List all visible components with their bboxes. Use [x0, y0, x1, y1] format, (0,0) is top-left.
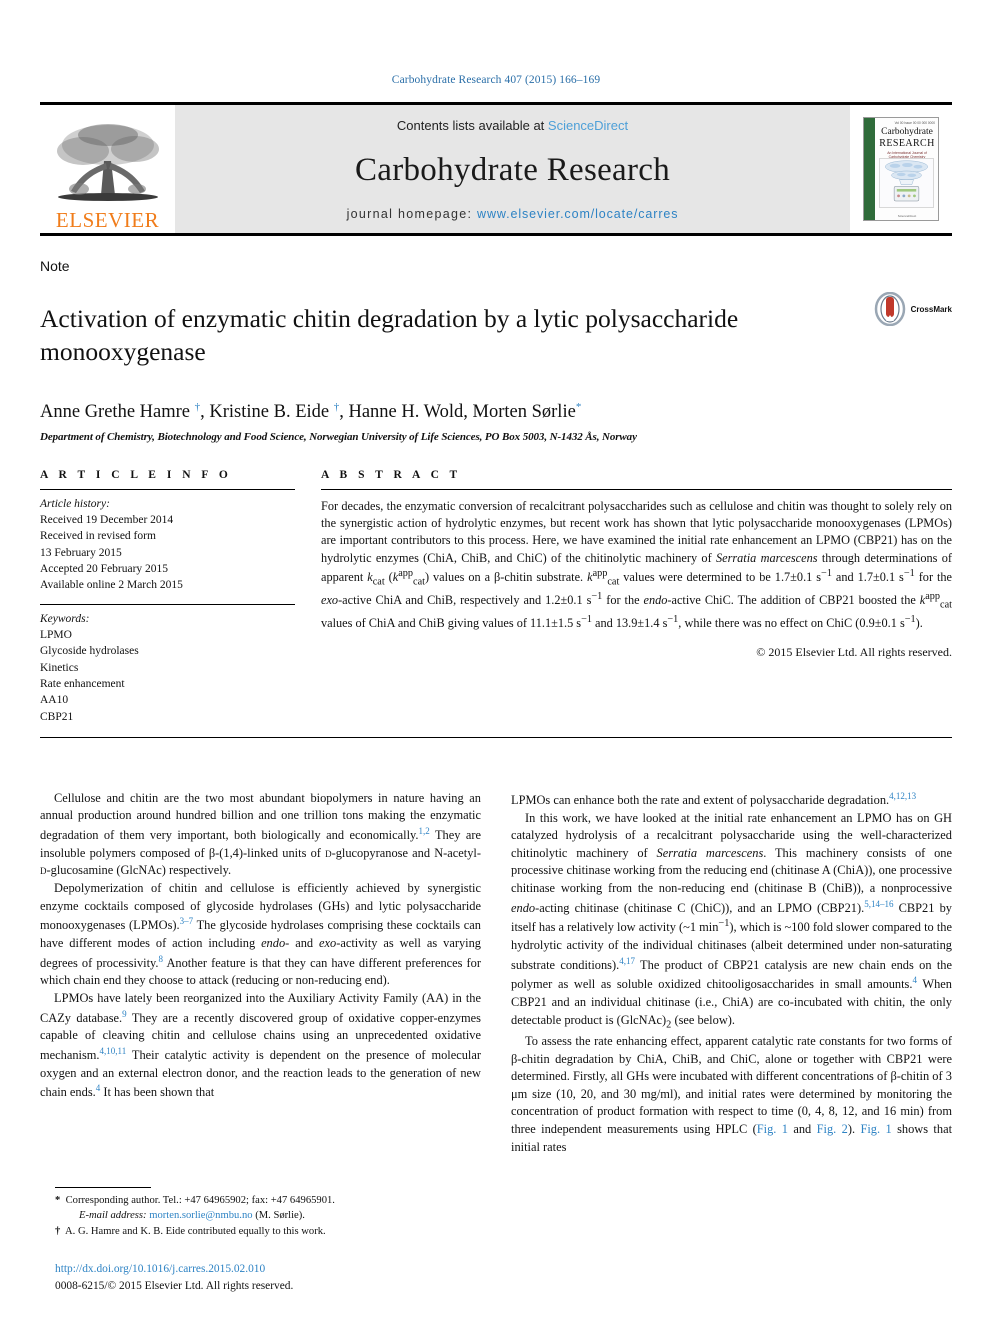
journal-masthead: ELSEVIER Contents lists available at Sci…: [40, 102, 952, 233]
footnote-block: * Corresponding author. Tel.: +47 649659…: [55, 1186, 475, 1239]
sciencedirect-link[interactable]: ScienceDirect: [548, 118, 628, 133]
keyword-item: Rate enhancement: [40, 677, 125, 690]
article-info-column: A R T I C L E I N F O Article history: R…: [40, 469, 295, 725]
masthead-bottom-rule: [40, 233, 952, 236]
body-paragraph: To assess the rate enhancing effect, app…: [511, 1033, 953, 1154]
body-column-left: Cellulose and chitin are the two most ab…: [40, 790, 481, 1156]
contents-lists-line: Contents lists available at ScienceDirec…: [397, 118, 628, 133]
equal-contribution-note: † A. G. Hamre and K. B. Eide contributed…: [55, 1225, 326, 1237]
cover-title-line2: RESEARCH: [879, 138, 935, 149]
homepage-prefix: journal homepage:: [346, 207, 478, 221]
cover-header-text: Vol 00 Issue 00 00 000 0000: [894, 121, 935, 125]
keywords-block: Keywords: LPMO Glycoside hydrolases Kine…: [40, 605, 295, 725]
keyword-item: Kinetics: [40, 661, 79, 674]
abstract-bottom-rule: [40, 736, 952, 738]
article-history: Article history: Received 19 December 20…: [40, 490, 295, 604]
crossmark-badge[interactable]: CrossMark: [873, 292, 952, 326]
title-row: Activation of enzymatic chitin degradati…: [40, 286, 952, 385]
article-history-label: Article history:: [40, 497, 110, 510]
body-columns: Cellulose and chitin are the two most ab…: [40, 790, 952, 1156]
doi-link[interactable]: http://dx.doi.org/10.1016/j.carres.2015.…: [55, 1261, 293, 1278]
elsevier-tree-icon: [56, 124, 159, 201]
issn-copyright-line: 0008-6215/© 2015 Elsevier Ltd. All right…: [55, 1279, 294, 1292]
keywords-label: Keywords:: [40, 612, 90, 625]
article-info-heading: A R T I C L E I N F O: [40, 468, 232, 481]
corresponding-author-note: * Corresponding author. Tel.: +47 649659…: [55, 1194, 335, 1206]
body-column-right: LPMOs can enhance both the rate and exte…: [511, 790, 952, 1156]
cover-diagram-icon: [885, 160, 928, 202]
masthead-center: Contents lists available at ScienceDirec…: [175, 105, 850, 233]
keyword-item: LPMO: [40, 628, 72, 641]
history-item: Available online 2 March 2015: [40, 579, 183, 592]
cover-image: Vol 00 Issue 00 00 000 0000 Carbohydrate…: [863, 117, 939, 221]
keyword-item: AA10: [40, 694, 69, 707]
abstract-column: A B S T R A C T For decades, the enzymat…: [321, 469, 952, 725]
crossmark-icon: [874, 292, 905, 326]
cover-stripe: [864, 118, 875, 220]
abstract-text: For decades, the enzymatic conversion of…: [321, 498, 953, 631]
footnote-rule: [55, 1186, 151, 1188]
author-list: Anne Grethe Hamre †, Kristine B. Eide †,…: [40, 401, 582, 423]
body-paragraph: Cellulose and chitin are the two most ab…: [40, 790, 481, 878]
corresponding-email-note: E-mail address: morten.sorlie@nmbu.no (M…: [79, 1210, 305, 1222]
page-title: Activation of enzymatic chitin degradati…: [40, 304, 739, 366]
affiliation: Department of Chemistry, Biotechnology a…: [40, 430, 637, 443]
article-info-abstract-box: A R T I C L E I N F O Article history: R…: [40, 469, 952, 725]
history-item: Received 19 December 2014: [40, 513, 174, 526]
contents-prefix: Contents lists available at: [396, 118, 548, 133]
body-paragraph: Depolymerization of chitin and cellulose…: [40, 881, 482, 988]
publisher-logo: ELSEVIER: [40, 105, 175, 233]
body-paragraph: In this work, we have looked at the init…: [511, 810, 953, 1031]
journal-cover-thumbnail: Vol 00 Issue 00 00 000 0000 Carbohydrate…: [850, 105, 952, 233]
body-paragraph: LPMOs can enhance both the rate and exte…: [511, 790, 917, 807]
body-paragraph: LPMOs have lately been reorganized into …: [40, 990, 481, 1100]
history-item: Received in revised form: [40, 530, 156, 543]
keyword-item: Glycoside hydrolases: [40, 645, 139, 658]
article-type-label: Note: [40, 258, 70, 274]
elsevier-wordmark: ELSEVIER: [55, 208, 160, 232]
document-footer: http://dx.doi.org/10.1016/j.carres.2015.…: [55, 1261, 293, 1295]
journal-homepage-line: journal homepage: www.elsevier.com/locat…: [347, 207, 679, 221]
running-head: Carbohydrate Research 407 (2015) 166–169: [391, 74, 601, 86]
cover-footer-text: ScienceDirect: [897, 214, 917, 218]
cover-artwork: [879, 158, 934, 208]
crossmark-label: CrossMark: [910, 304, 952, 314]
abstract-copyright: © 2015 Elsevier Ltd. All rights reserved…: [756, 644, 952, 659]
cover-title-line1: Carbohydrate: [881, 127, 933, 137]
journal-title: Carbohydrate Research: [354, 151, 671, 188]
journal-homepage-link[interactable]: www.elsevier.com/locate/carres: [477, 207, 678, 221]
history-item: Accepted 20 February 2015: [40, 562, 169, 575]
abstract-heading: A B S T R A C T: [321, 468, 462, 481]
keyword-item: CBP21: [40, 710, 74, 723]
paper-page: Carbohydrate Research 407 (2015) 166–169: [0, 0, 992, 1323]
history-item: 13 February 2015: [40, 546, 122, 559]
